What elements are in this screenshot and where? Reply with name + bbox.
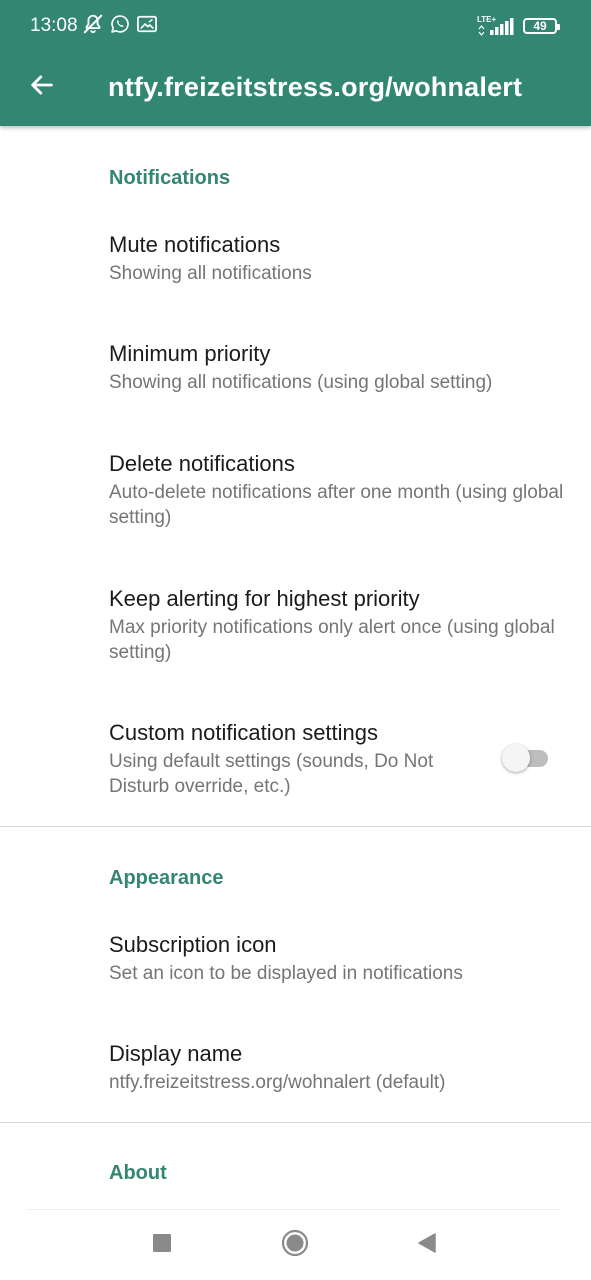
status-bar: 13:08 LTE+ 49 [0, 0, 591, 52]
signal-icon: LTE+ [477, 15, 515, 37]
status-notification-icons [82, 14, 158, 38]
pref-title: Delete notifications [109, 451, 295, 476]
pref-subscription-icon[interactable]: Subscription icon Set an icon to be disp… [109, 931, 567, 986]
pref-custom-notification-settings[interactable]: Custom notification settings Using defau… [109, 719, 567, 799]
pref-display-name[interactable]: Display name ntfy.freizeitstress.org/woh… [109, 1040, 567, 1095]
home-button[interactable] [278, 1228, 312, 1262]
pref-title: Custom notification settings [109, 720, 379, 745]
pref-summary: Set an icon to be displayed in notificat… [109, 963, 463, 984]
recents-button[interactable] [145, 1228, 179, 1262]
category-notifications: Notifications [109, 167, 231, 189]
muted-bell-icon [82, 13, 104, 40]
pref-summary: Max priority notifications only alert on… [109, 617, 555, 663]
pref-title: Keep alerting for highest priority [109, 586, 420, 611]
pref-title: Mute notifications [109, 232, 281, 257]
pref-minimum-priority[interactable]: Minimum priority Showing all notificatio… [109, 340, 567, 395]
pref-summary: Showing all notifications [109, 263, 312, 284]
pref-title: Display name [109, 1041, 243, 1066]
recents-square-icon [152, 1233, 172, 1258]
back-nav-button[interactable] [410, 1228, 444, 1262]
home-circle-icon [281, 1229, 309, 1262]
pref-keep-alerting[interactable]: Keep alerting for highest priority Max p… [109, 585, 567, 665]
pref-title: Subscription icon [109, 932, 277, 957]
section-divider [0, 1122, 591, 1123]
navigation-bar [0, 1210, 591, 1280]
pref-delete-notifications[interactable]: Delete notifications Auto-delete notific… [109, 450, 567, 530]
switch-thumb [502, 744, 530, 772]
section-divider [0, 826, 591, 827]
back-triangle-icon [416, 1232, 438, 1259]
category-about: About [109, 1162, 167, 1184]
back-button[interactable] [20, 65, 64, 109]
page-title: ntfy.freizeitstress.org/wohnalert [108, 72, 523, 102]
arrow-left-icon [28, 71, 56, 104]
category-appearance: Appearance [109, 867, 224, 889]
pref-summary: ntfy.freizeitstress.org/wohnalert (defau… [109, 1072, 446, 1093]
status-time: 13:08 [30, 15, 78, 36]
app-bar: ntfy.freizeitstress.org/wohnalert [0, 52, 591, 126]
pref-title: Minimum priority [109, 341, 271, 366]
status-system-icons: LTE+ 49 [477, 14, 560, 38]
whatsapp-icon [110, 14, 130, 39]
pref-summary: Auto-delete notifications after one mont… [109, 482, 564, 528]
custom-notification-switch[interactable] [502, 744, 550, 772]
pref-summary: Showing all notifications (using global … [109, 372, 493, 393]
pref-mute-notifications[interactable]: Mute notifications Showing all notificat… [109, 231, 567, 286]
gallery-icon [136, 14, 158, 39]
battery-level: 49 [533, 19, 547, 33]
pref-summary: Using default settings (sounds, Do Not D… [109, 751, 434, 797]
battery-icon: 49 [523, 18, 560, 34]
